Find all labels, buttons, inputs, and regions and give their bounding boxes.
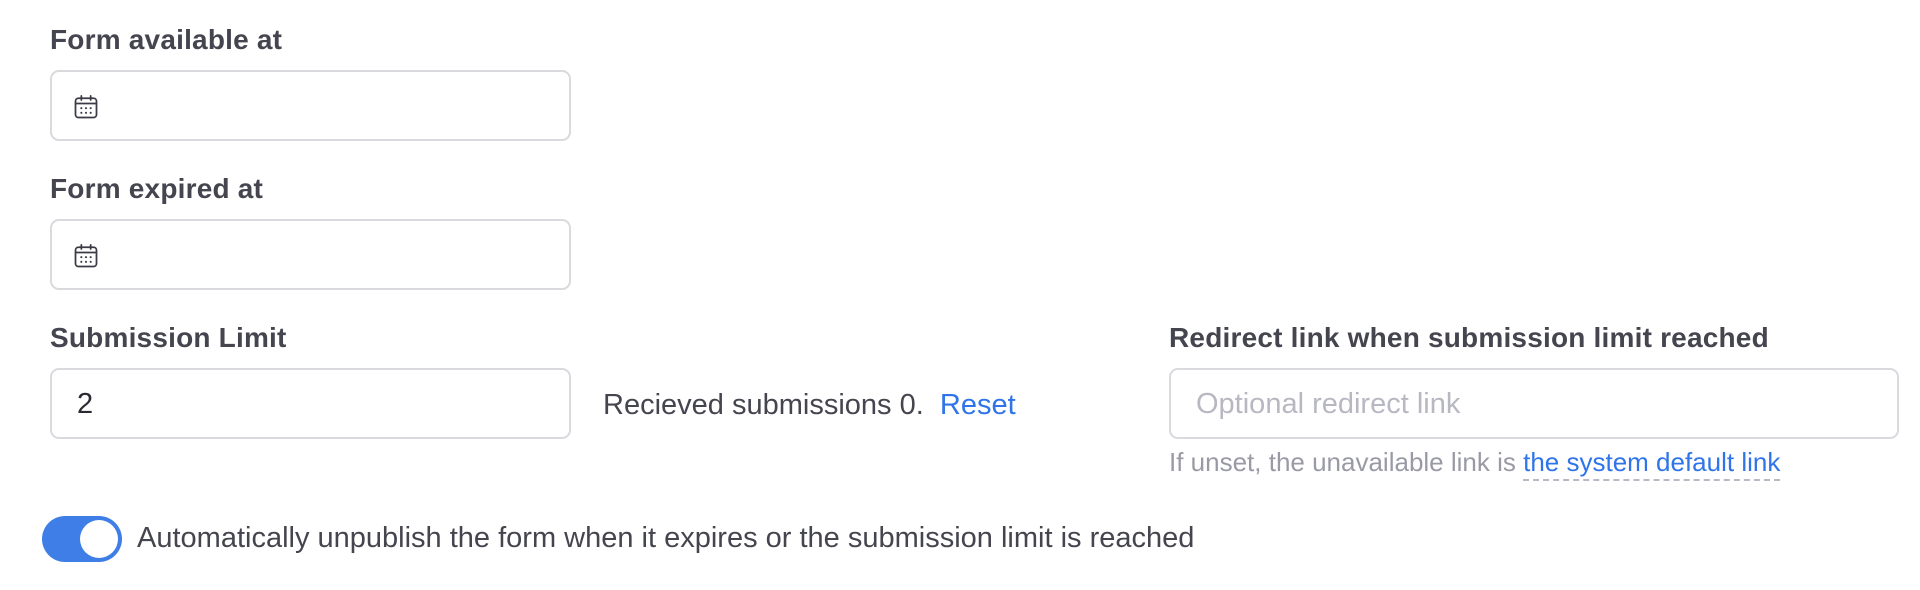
form-expired-label: Form expired at (50, 173, 264, 204)
calendar-icon[interactable] (72, 242, 100, 270)
form-expired-date-input[interactable] (50, 219, 571, 290)
received-submissions-text: Recieved submissions 0. (603, 389, 924, 421)
redirect-link-input[interactable]: Optional redirect link (1169, 368, 1899, 439)
auto-unpublish-toggle[interactable] (42, 516, 122, 562)
reset-link[interactable]: Reset (940, 389, 1016, 421)
submission-limit-value: 2 (77, 388, 94, 420)
calendar-icon[interactable] (72, 93, 100, 121)
form-available-date-input[interactable] (50, 70, 571, 141)
system-default-link[interactable]: the system default link (1523, 447, 1781, 481)
received-submissions: Recieved submissions 0. Reset (603, 389, 1016, 422)
submission-limit-input[interactable]: 2 (50, 368, 571, 439)
toggle-knob (80, 520, 118, 558)
form-available-label: Form available at (50, 24, 283, 55)
redirect-help-prefix: If unset, the unavailable link is (1169, 447, 1516, 477)
submission-limit-label: Submission Limit (50, 322, 287, 353)
redirect-link-placeholder: Optional redirect link (1196, 388, 1461, 420)
auto-unpublish-label: Automatically unpublish the form when it… (137, 522, 1195, 554)
redirect-help-text: If unset, the unavailable link is the sy… (1169, 447, 1781, 481)
redirect-link-label: Redirect link when submission limit reac… (1169, 322, 1769, 353)
